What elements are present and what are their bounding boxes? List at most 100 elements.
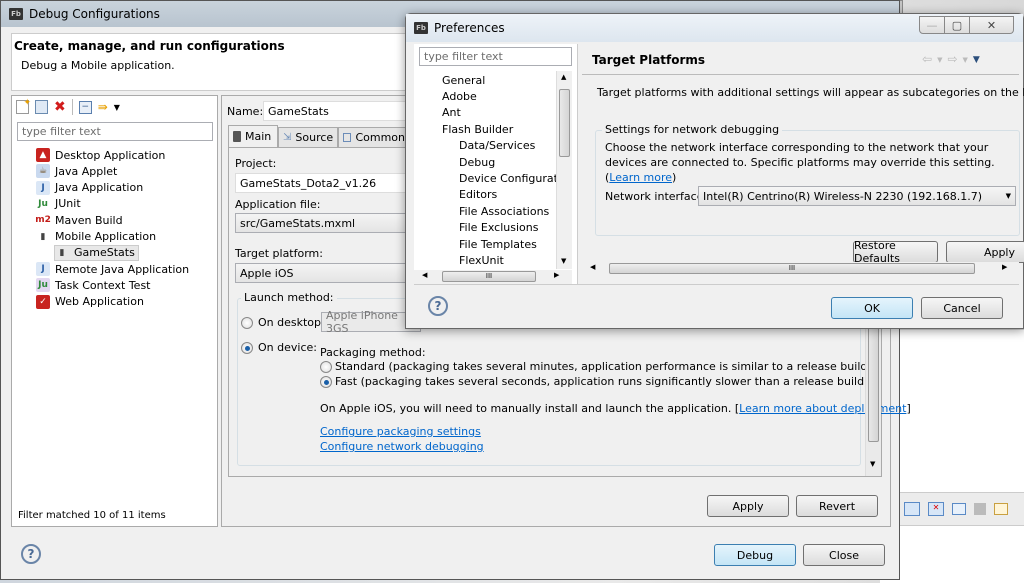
collapse-all-icon[interactable]: −	[78, 100, 92, 114]
prefs-tree-label: Adobe	[442, 89, 477, 103]
prefs-tree-item[interactable]: Debug	[459, 154, 556, 170]
prefs-tree-item[interactable]: File Templates	[459, 236, 556, 252]
toolbar-separator	[71, 99, 73, 115]
config-tree-item[interactable]: ▮ Mobile Application	[36, 229, 157, 245]
restore-defaults-button[interactable]: Restore Defaults	[853, 239, 938, 265]
display-console-icon[interactable]	[974, 503, 986, 515]
learn-more-link[interactable]: Learn more	[609, 171, 672, 184]
config-tree-item[interactable]: J Java Application	[36, 180, 143, 196]
scroll-left-arrow[interactable]: ◀	[590, 263, 595, 271]
tab-common[interactable]: Common	[338, 127, 410, 147]
prefs-help-icon[interactable]: ?	[428, 296, 448, 316]
page-title: Target Platforms	[592, 53, 706, 67]
debug-help-icon[interactable]: ?	[21, 544, 41, 564]
prefs-tree-item[interactable]: Adobe	[442, 88, 552, 104]
tab-main[interactable]: Main	[228, 125, 278, 147]
scroll-up-arrow[interactable]: ▲	[561, 73, 566, 81]
prefs-apply-button[interactable]: Apply	[946, 241, 1024, 263]
window-controls: — ▢ ✕	[919, 16, 1014, 34]
mobile-device-icon	[233, 131, 241, 142]
prefs-tree-item[interactable]: FlexUnit	[459, 252, 556, 268]
prefs-tree-item[interactable]: File Exclusions	[459, 220, 556, 236]
scroll-left-arrow[interactable]: ◀	[422, 271, 427, 279]
scroll-right-arrow[interactable]: ▶	[1002, 263, 1007, 271]
debug-button[interactable]: Debug	[714, 544, 796, 566]
background-toolbar: ✕	[880, 492, 1024, 526]
prefs-tree-item[interactable]: Ant	[442, 105, 552, 121]
prefs-title: Preferences	[434, 21, 505, 35]
prefs-filter-input[interactable]: type filter text	[419, 47, 572, 66]
config-tree-item[interactable]: ☕ Java Applet	[36, 163, 117, 179]
fast-packaging-radio[interactable]: Fast (packaging takes several seconds, a…	[320, 375, 868, 388]
learn-more-deployment-link[interactable]: Learn more about deployment	[739, 402, 906, 415]
back-arrow-icon[interactable]: ⇦	[922, 52, 932, 68]
remove-console-icon[interactable]: ✕	[928, 502, 944, 516]
config-tree-label: Java Applet	[55, 164, 118, 178]
apply-button[interactable]: Apply	[707, 495, 789, 517]
launch-method-label: Launch method:	[241, 291, 337, 304]
scroll-down-arrow[interactable]: ▼	[870, 460, 875, 468]
config-tree-label: Maven Build	[55, 213, 123, 227]
delete-icon[interactable]: ✖	[54, 100, 66, 114]
network-interface-select[interactable]: Intel(R) Centrino(R) Wireless-N 2230 (19…	[698, 186, 1016, 206]
configure-packaging-link[interactable]: Configure packaging settings	[320, 425, 481, 438]
config-tree-item[interactable]: ✓ Web Application	[36, 294, 144, 310]
ok-button[interactable]: OK	[831, 297, 913, 319]
cancel-button[interactable]: Cancel	[921, 297, 1003, 319]
prefs-tree-item[interactable]: Data/Services	[459, 138, 556, 154]
maximize-button[interactable]: ▢	[945, 16, 970, 34]
prefs-page-hscroll-thumb[interactable]: III	[609, 263, 975, 274]
console-icon[interactable]	[904, 502, 920, 516]
filter-status: Filter matched 10 of 11 items	[18, 510, 166, 521]
new-config-icon[interactable]: ✦	[16, 98, 31, 114]
window-close-button[interactable]: ✕	[970, 16, 1014, 34]
prefs-tree-item[interactable]: Editors	[459, 187, 556, 203]
flash-builder-icon: Fb	[414, 22, 428, 34]
config-tree-item[interactable]: Ju Task Context Test	[36, 277, 151, 293]
revert-button[interactable]: Revert	[796, 495, 878, 517]
config-filter-input[interactable]: type filter text	[17, 122, 213, 141]
prefs-vscroll-thumb[interactable]	[559, 89, 570, 157]
configure-network-link[interactable]: Configure network debugging	[320, 440, 484, 453]
forward-arrow-icon[interactable]: ⇨	[947, 52, 957, 68]
dropdown-icon[interactable]: ▼	[114, 103, 120, 112]
prefs-tree-item[interactable]: Flash Builder	[442, 121, 552, 137]
config-tree-item[interactable]: m2 Maven Build	[35, 212, 123, 228]
minimize-button[interactable]: —	[919, 16, 945, 34]
standard-packaging-radio[interactable]: Standard (packaging takes several minute…	[320, 360, 872, 373]
on-device-radio[interactable]: On device:	[241, 341, 317, 354]
new-console-icon[interactable]	[994, 503, 1008, 515]
web-app-icon: ✓	[36, 294, 50, 309]
project-label: Project:	[235, 157, 277, 170]
scroll-down-arrow[interactable]: ▼	[561, 257, 566, 265]
prefs-hscroll-thumb[interactable]: III	[442, 271, 536, 282]
prefs-tree-item[interactable]: Device Configuratio	[459, 170, 556, 186]
mobile-app-icon: ▮	[59, 247, 65, 258]
prefs-tree-hscroll[interactable]: ◀ III ▶	[414, 270, 572, 284]
forward-dropdown-icon[interactable]: ▼	[963, 52, 968, 68]
tab-source[interactable]: ⇲ Source	[278, 127, 338, 147]
prefs-tree-label: File Associations	[459, 204, 550, 218]
back-dropdown-icon[interactable]: ▼	[937, 52, 942, 68]
on-desktop-radio[interactable]: On desktop:	[241, 316, 325, 329]
mobile-app-icon: ▮	[40, 231, 46, 242]
config-tree-item[interactable]: Ju JUnit	[36, 196, 81, 212]
close-button[interactable]: Close	[803, 544, 885, 566]
pin-icon[interactable]	[952, 503, 966, 515]
config-tree-item[interactable]: ▲ Desktop Application	[36, 147, 165, 163]
view-menu-icon[interactable]: ▼	[973, 52, 980, 68]
config-tree-item[interactable]: J Remote Java Application	[36, 261, 189, 277]
desktop-app-icon: ▲	[36, 148, 50, 162]
prefs-page-hscroll[interactable]: ◀ III ▶	[582, 262, 1019, 276]
task-context-icon: Ju	[36, 278, 50, 293]
network-interface-label: Network interface:	[605, 190, 708, 203]
prefs-tree-item[interactable]: General	[442, 72, 552, 88]
scroll-right-arrow[interactable]: ▶	[554, 271, 559, 279]
remote-java-icon: J	[36, 262, 50, 277]
config-tree-item[interactable]: ▮ GameStats	[54, 244, 139, 261]
duplicate-icon[interactable]	[35, 100, 48, 114]
config-tree-label: Java Application	[55, 181, 144, 195]
prefs-tree-vscroll[interactable]: ▲ ▼	[556, 71, 572, 269]
prefs-tree-item[interactable]: File Associations	[459, 203, 556, 219]
filter-icon[interactable]: ⇛	[98, 100, 108, 114]
